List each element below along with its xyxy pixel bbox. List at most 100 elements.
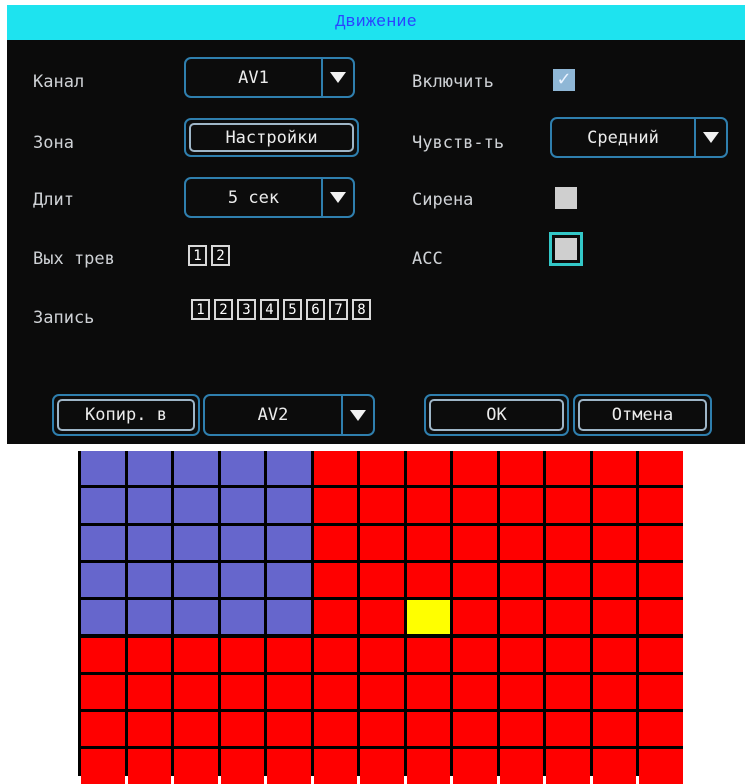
grid-cell[interactable] [220, 674, 264, 710]
grid-cell[interactable] [313, 600, 357, 635]
grid-cell[interactable] [639, 749, 683, 784]
grid-cell[interactable] [127, 562, 171, 598]
grid-cell[interactable] [267, 488, 311, 523]
grid-cell[interactable] [499, 674, 543, 710]
record-channel-2[interactable]: 2 [214, 299, 233, 320]
grid-cell[interactable] [81, 674, 125, 710]
grid-cell[interactable] [639, 562, 683, 598]
grid-cell[interactable] [174, 712, 218, 747]
grid-cell[interactable] [592, 562, 636, 598]
grid-cell[interactable] [220, 451, 264, 486]
grid-cell[interactable] [546, 637, 590, 672]
grid-cell[interactable] [127, 637, 171, 672]
record-channel-7[interactable]: 7 [329, 299, 348, 320]
grid-cell[interactable] [453, 562, 497, 598]
grid-cell[interactable] [267, 749, 311, 784]
siren-checkbox[interactable] [555, 187, 577, 209]
grid-cell[interactable] [499, 712, 543, 747]
grid-cell[interactable] [546, 451, 590, 486]
grid-cell[interactable] [406, 488, 450, 523]
grid-cell[interactable] [313, 674, 357, 710]
grid-cell[interactable] [453, 451, 497, 486]
grid-cell[interactable] [220, 525, 264, 560]
grid-cell[interactable] [220, 600, 264, 635]
grid-cell[interactable] [127, 674, 171, 710]
grid-cell[interactable] [267, 451, 311, 486]
grid-cell[interactable] [127, 600, 171, 635]
grid-cell[interactable] [360, 525, 404, 560]
grid-cell[interactable] [220, 562, 264, 598]
grid-cell[interactable] [313, 637, 357, 672]
record-channel-6[interactable]: 6 [306, 299, 325, 320]
grid-cell[interactable] [174, 488, 218, 523]
grid-cell[interactable] [360, 749, 404, 784]
grid-cell[interactable] [453, 637, 497, 672]
record-channel-1[interactable]: 1 [191, 299, 210, 320]
zone-settings-button[interactable]: Настройки [184, 118, 359, 157]
grid-cell[interactable] [499, 600, 543, 635]
grid-cell[interactable] [639, 525, 683, 560]
grid-cell[interactable] [313, 451, 357, 486]
grid-cell[interactable] [406, 712, 450, 747]
motion-detection-zone-grid[interactable] [78, 451, 683, 784]
grid-cell[interactable] [499, 562, 543, 598]
copy-target-dropdown[interactable]: AV2 [203, 394, 375, 436]
grid-cell[interactable] [592, 637, 636, 672]
grid-cell[interactable] [174, 525, 218, 560]
grid-cell[interactable] [360, 488, 404, 523]
grid-cell[interactable] [639, 488, 683, 523]
sensitivity-dropdown[interactable]: Средний [550, 117, 728, 158]
grid-cell[interactable] [639, 637, 683, 672]
grid-cell[interactable] [546, 562, 590, 598]
grid-cell[interactable] [220, 712, 264, 747]
grid-cell[interactable] [360, 712, 404, 747]
grid-cell[interactable] [592, 525, 636, 560]
grid-cell[interactable] [639, 451, 683, 486]
grid-cell[interactable] [639, 600, 683, 635]
grid-cell[interactable] [81, 488, 125, 523]
grid-cell[interactable] [174, 451, 218, 486]
grid-cell[interactable] [313, 562, 357, 598]
grid-cell[interactable] [406, 674, 450, 710]
grid-cell[interactable] [267, 525, 311, 560]
grid-cell[interactable] [81, 600, 125, 635]
alarm-out-2[interactable]: 2 [211, 245, 230, 266]
grid-cell[interactable] [313, 749, 357, 784]
grid-cell[interactable] [406, 749, 450, 784]
grid-cell[interactable] [592, 674, 636, 710]
grid-cell[interactable] [313, 488, 357, 523]
record-channel-8[interactable]: 8 [352, 299, 371, 320]
grid-cell[interactable] [267, 674, 311, 710]
grid-cell[interactable] [499, 749, 543, 784]
grid-cell[interactable] [453, 525, 497, 560]
grid-cell[interactable] [592, 749, 636, 784]
grid-cell[interactable] [546, 749, 590, 784]
grid-cell[interactable] [127, 451, 171, 486]
grid-cell[interactable] [499, 488, 543, 523]
enable-checkbox[interactable]: ✓ [553, 69, 575, 91]
grid-cell[interactable] [127, 712, 171, 747]
grid-cell[interactable] [639, 712, 683, 747]
grid-cell[interactable] [546, 488, 590, 523]
grid-cell[interactable] [360, 600, 404, 635]
grid-cell[interactable] [81, 749, 125, 784]
grid-cell[interactable] [453, 600, 497, 635]
grid-cell[interactable] [360, 451, 404, 486]
acc-checkbox[interactable] [555, 238, 577, 260]
grid-cell[interactable] [360, 674, 404, 710]
grid-cell[interactable] [406, 637, 450, 672]
grid-cell[interactable] [174, 674, 218, 710]
grid-cell[interactable] [174, 749, 218, 784]
grid-cell[interactable] [453, 749, 497, 784]
grid-cell[interactable] [453, 488, 497, 523]
grid-cell[interactable] [174, 562, 218, 598]
grid-cell[interactable] [592, 712, 636, 747]
ok-button[interactable]: OK [424, 394, 569, 436]
cancel-button[interactable]: Отмена [573, 394, 712, 436]
grid-cell[interactable] [81, 451, 125, 486]
duration-dropdown[interactable]: 5 сек [184, 177, 355, 218]
grid-cell[interactable] [406, 525, 450, 560]
record-channel-4[interactable]: 4 [260, 299, 279, 320]
grid-cell[interactable] [267, 600, 311, 635]
grid-cell[interactable] [360, 637, 404, 672]
